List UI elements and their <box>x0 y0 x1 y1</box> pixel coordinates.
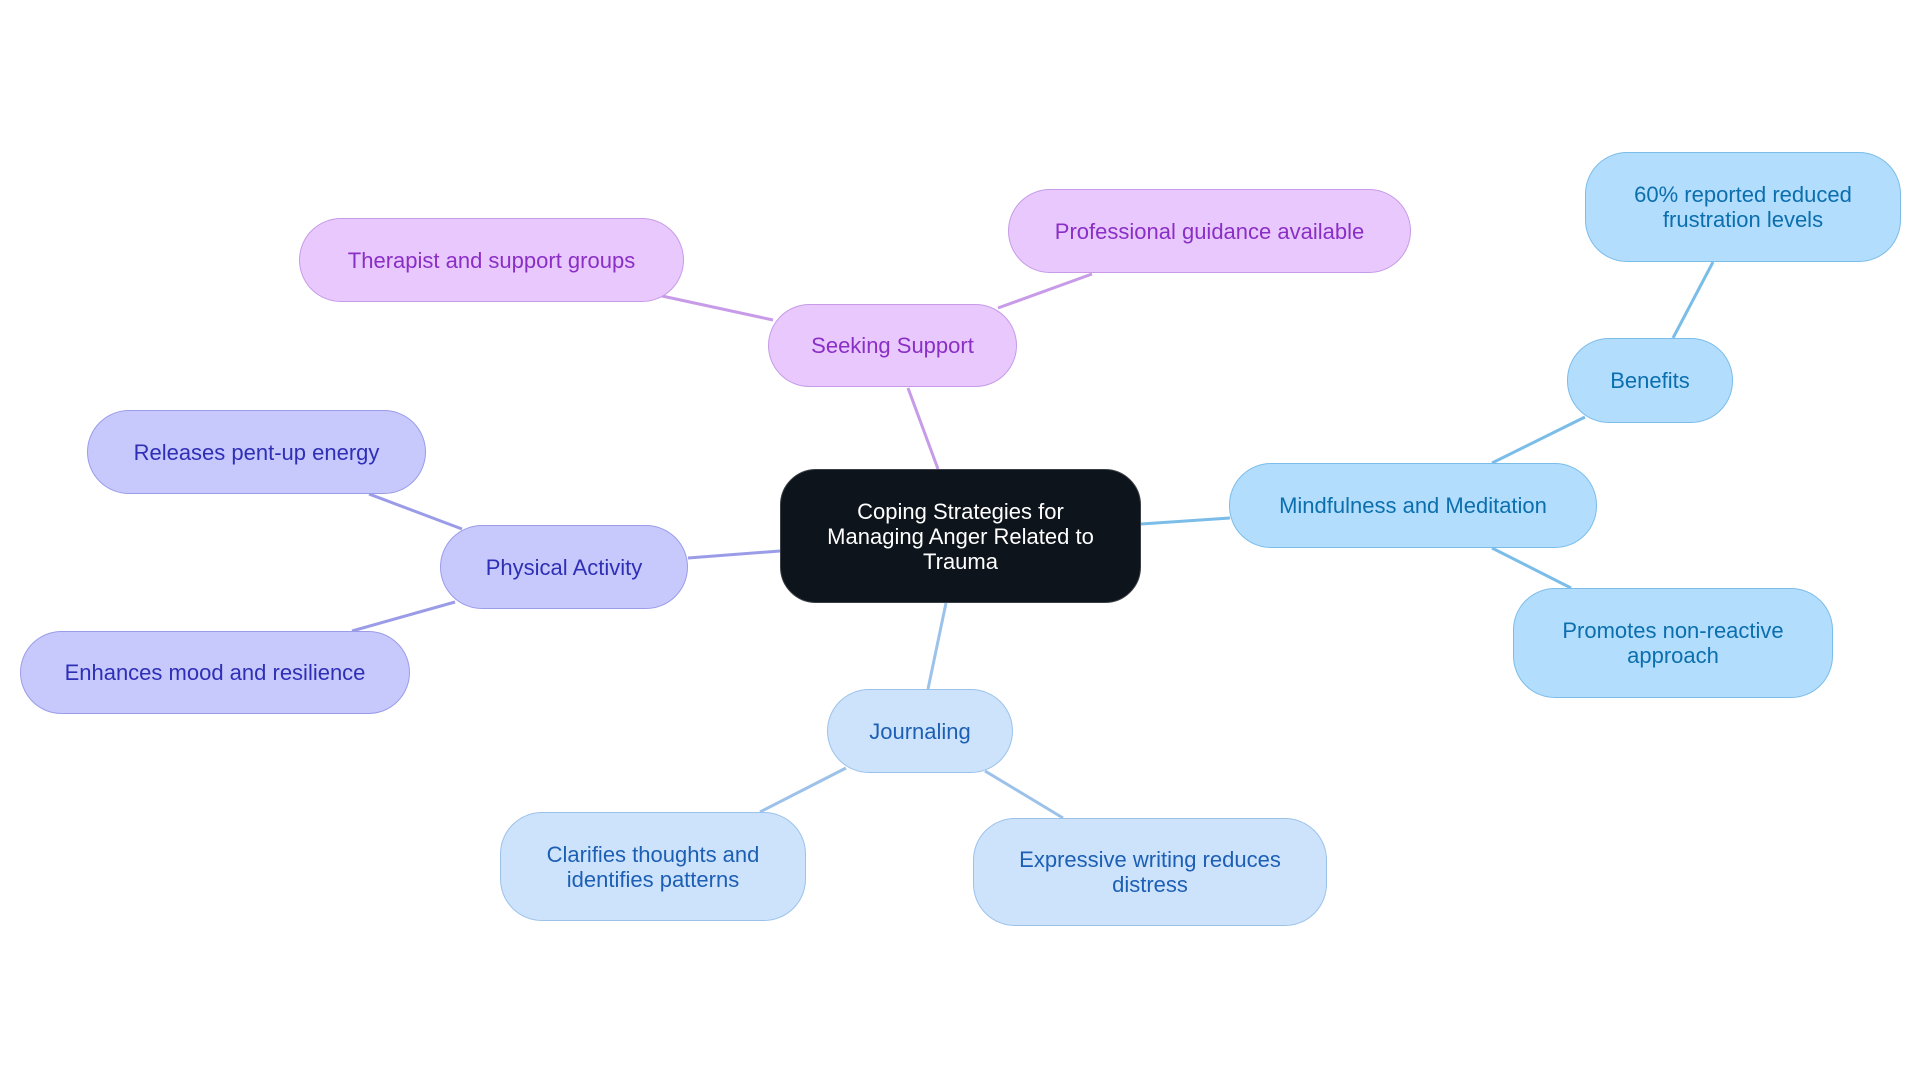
edge-seeking-support-professional <box>997 272 1093 310</box>
root-node-label: Coping Strategies for Managing Anger Rel… <box>827 498 1094 574</box>
edge-root-seeking-support <box>906 387 940 470</box>
edge-root-physical-activity <box>687 549 781 560</box>
node-promotes[interactable]: Promotes non-reactive approach <box>1513 588 1833 698</box>
node-releases-label: Releases pent-up energy <box>133 439 380 465</box>
node-journaling[interactable]: Journaling <box>827 689 1013 773</box>
edge-benefits-sixty-percent <box>1671 261 1715 339</box>
edge-seeking-support-therapist <box>661 294 774 322</box>
node-professional-label: Professional guidance available <box>1054 218 1365 244</box>
node-mindfulness[interactable]: Mindfulness and Meditation <box>1229 463 1597 548</box>
node-benefits-label: Benefits <box>1610 368 1690 393</box>
node-clarifies-label: Clarifies thoughts and identifies patter… <box>546 841 760 892</box>
edge-mindfulness-benefits <box>1491 415 1586 465</box>
edge-root-journaling <box>926 602 948 690</box>
node-sixty-percent[interactable]: 60% reported reduced frustration levels <box>1585 152 1901 262</box>
node-sixty-percent-label: 60% reported reduced frustration levels <box>1634 182 1852 232</box>
edge-physical-activity-enhances <box>351 600 456 633</box>
edge-journaling-clarifies <box>759 766 847 814</box>
root-node[interactable]: Coping Strategies for Managing Anger Rel… <box>780 469 1141 603</box>
node-physical-activity-label: Physical Activity <box>485 554 643 580</box>
node-enhances[interactable]: Enhances mood and resilience <box>20 631 410 714</box>
node-seeking-support-label: Seeking Support <box>811 333 974 358</box>
node-physical-activity[interactable]: Physical Activity <box>440 525 688 609</box>
node-releases[interactable]: Releases pent-up energy <box>87 410 426 494</box>
node-benefits[interactable]: Benefits <box>1567 338 1733 423</box>
node-clarifies[interactable]: Clarifies thoughts and identifies patter… <box>500 812 806 921</box>
node-expressive-label: Expressive writing reduces distress <box>1019 847 1281 897</box>
edge-journaling-expressive <box>984 769 1064 820</box>
edge-mindfulness-promotes <box>1491 546 1572 590</box>
edge-physical-activity-releases <box>368 492 463 531</box>
edge-root-mindfulness <box>1140 516 1231 526</box>
node-therapist[interactable]: Therapist and support groups <box>299 218 684 302</box>
node-enhances-label: Enhances mood and resilience <box>64 660 366 685</box>
node-mindfulness-label: Mindfulness and Meditation <box>1279 493 1547 518</box>
node-journaling-label: Journaling <box>869 718 971 744</box>
node-expressive[interactable]: Expressive writing reduces distress <box>973 818 1327 926</box>
node-therapist-label: Therapist and support groups <box>347 247 636 273</box>
node-seeking-support[interactable]: Seeking Support <box>768 304 1017 387</box>
node-promotes-label: Promotes non-reactive approach <box>1562 618 1784 668</box>
node-professional[interactable]: Professional guidance available <box>1008 189 1411 273</box>
